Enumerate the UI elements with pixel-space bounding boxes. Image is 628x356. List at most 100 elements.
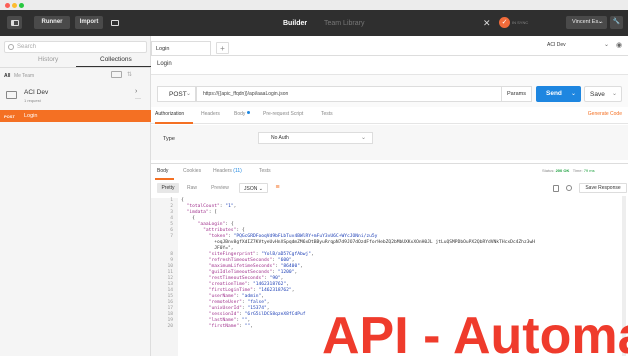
satellite-icon[interactable]: ✕ [483,18,493,28]
postman-window: Runner Import Builder Team Library ✕ ✓ I… [0,0,628,356]
request-method-badge: POST [4,113,15,119]
chevron-down-icon[interactable]: ⌄ [571,86,576,102]
tab-response-headers[interactable]: Headers (11) [213,168,242,174]
import-button[interactable]: Import [75,16,103,29]
code-line: +oqJBnv8gfXdIZ7KVtyeUvHnXSpqdmZM6xDtBByu… [181,240,536,245]
authorization-panel: Type No Auth ⌄ [151,125,628,160]
search-icon[interactable] [566,185,572,191]
close-window-button[interactable] [5,2,10,8]
status-value: 200 OK [555,168,570,173]
view-raw-button[interactable]: Raw [183,183,201,193]
request-tabs: Authorization Headers Body Pre-request S… [151,107,628,124]
tab-team-library[interactable]: Team Library [324,20,364,27]
tab-collections[interactable]: Collections [100,56,132,63]
code-line: "firstName": "", [208,324,253,329]
collection-request-count: 1 request [24,98,41,103]
search-icon [8,44,14,50]
time-value: 79 ms [583,168,595,173]
time-label: Time: [572,168,583,173]
tab-body[interactable]: Body [234,111,251,117]
active-tab-indicator [155,122,193,124]
chevron-down-icon: ⌄ [597,19,603,25]
user-menu-button[interactable]: Vincent Es... ⌄ [566,16,607,29]
params-button[interactable]: Params [501,86,532,102]
filter-all[interactable]: All [4,73,10,79]
tab-response-headers-label: Headers [213,168,232,174]
tab-response-body[interactable]: Body [157,168,168,174]
request-tab[interactable]: Login [151,41,211,55]
tab-pre-request-script[interactable]: Pre-request Script [263,111,303,117]
generate-code-link[interactable]: Generate Code [588,111,622,117]
sidebar-toggle-button[interactable] [7,16,22,29]
tab-tests[interactable]: Tests [321,111,333,117]
tab-body-label: Body [234,111,246,117]
new-window-icon [110,19,119,26]
format-select[interactable]: JSON ⌄ [239,183,268,193]
eye-icon[interactable]: ◉ [616,41,622,49]
response-status: Status: 200 OK Time: 79 ms [542,168,595,173]
minimize-window-button[interactable] [12,2,17,8]
divider [151,55,628,56]
search-input[interactable]: Search [4,41,147,53]
sidebar-toggle-icon [10,19,19,26]
app-header: Runner Import Builder Team Library ✕ ✓ I… [0,10,628,36]
new-tab-button[interactable]: + [216,42,229,54]
response-toolbar: Pretty Raw Preview JSON ⌄ ≡ Save Respons… [151,180,628,196]
method-select[interactable]: POST ⌄ [157,86,196,102]
save-response-button[interactable]: Save Response [579,183,627,193]
format-value: JSON [244,186,258,192]
save-button[interactable]: Save ⌄ [584,86,622,102]
collection-name: ACI Dev [24,89,49,96]
tab-authorization[interactable]: Authorization [155,111,184,117]
url-input[interactable]: https://{{apic_ffqdn}}/api/aaaLogin.json [196,86,532,102]
collection-item[interactable]: ACI Dev 1 request › ··· [0,84,151,106]
new-window-button[interactable] [107,16,122,29]
line-number: 7 [170,234,173,239]
tab-builder[interactable]: Builder [283,20,307,27]
chevron-down-icon: ⌄ [360,135,366,141]
settings-button[interactable]: 🔧 [610,16,623,29]
sort-icon[interactable]: ⇅ [127,71,132,78]
chevron-right-icon[interactable]: › [135,88,137,95]
tab-history[interactable]: History [38,56,58,63]
new-collection-icon[interactable] [111,71,122,78]
filter-team[interactable]: Team [22,73,34,79]
chevron-down-icon[interactable]: ⌄ [612,87,617,102]
window-titlebar [0,0,628,10]
request-tab-label: Login [156,46,170,52]
chevron-down-icon[interactable]: ⌄ [604,41,609,48]
wrench-icon: 🔧 [612,19,621,25]
auth-type-value: No Auth [271,135,289,141]
method-value: POST [169,91,187,98]
zoom-window-button[interactable] [19,2,24,8]
divider [0,67,151,68]
chevron-down-icon: ⌄ [185,91,191,97]
send-label: Send [546,90,562,97]
sync-status-icon[interactable]: ✓ [499,17,510,28]
headers-count: (11) [233,168,242,174]
folder-icon [6,91,17,99]
save-label: Save [590,91,605,98]
sync-status-text: IN SYNC [512,20,529,25]
status-label: Status: [542,168,555,173]
request-title: Login [157,61,172,67]
tab-response-tests[interactable]: Tests [259,168,271,174]
auth-type-label: Type [163,136,175,142]
body-indicator-dot [247,111,251,114]
filter-me[interactable]: Me [14,73,21,79]
send-button[interactable]: Send ⌄ [536,86,581,102]
request-name: Login [24,112,38,119]
view-preview-button[interactable]: Preview [208,183,232,193]
more-options-icon[interactable]: ··· [135,96,141,102]
view-pretty-button[interactable]: Pretty [157,183,179,193]
tab-cookies[interactable]: Cookies [183,168,201,174]
runner-button[interactable]: Runner [34,16,70,29]
copy-icon[interactable] [553,185,559,192]
response-tabs: Body Cookies Headers (11) Tests Status: … [151,163,628,180]
tab-headers[interactable]: Headers [201,111,220,117]
auth-type-select[interactable]: No Auth ⌄ [258,132,373,144]
search-placeholder: Search [17,44,37,50]
environment-select[interactable]: ACI Dev [547,42,566,48]
wrap-lines-icon[interactable]: ≡ [272,183,283,193]
request-item-login[interactable]: POST Login [0,110,151,122]
